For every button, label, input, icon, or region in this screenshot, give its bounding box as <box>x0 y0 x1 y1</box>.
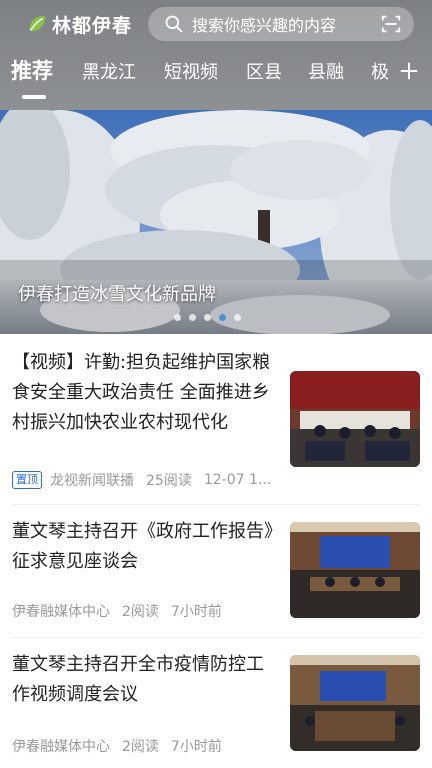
add-channel-icon[interactable] <box>398 60 420 82</box>
news-item[interactable]: 【视频】许勤:担负起维护国家粮食安全重大政治责任 全面推进乡村振兴加快农业农村现… <box>0 334 432 504</box>
news-item[interactable]: 董文琴主持召开全市疫情防控工作视频调度会议 伊春融媒体中心 2阅读 7小时前 <box>0 638 432 768</box>
news-time: 7小时前 <box>170 604 222 620</box>
news-thumbnail[interactable] <box>290 371 420 467</box>
news-source: 伊春融媒体中心 <box>12 604 110 620</box>
carousel-dots <box>174 314 241 321</box>
search-icon <box>165 15 183 33</box>
tab-recommend[interactable]: 推荐 <box>11 55 53 85</box>
tab-heilongjiang[interactable]: 黑龙江 <box>82 58 136 84</box>
app-logo[interactable]: 林都伊春 <box>26 10 132 38</box>
news-meta: 伊春融媒体中心 2阅读 7小时前 <box>12 736 222 756</box>
carousel-dot[interactable] <box>174 314 181 321</box>
tab-county-media[interactable]: 县融 <box>308 58 344 84</box>
news-item[interactable]: 董文琴主持召开《政府工作报告》征求意见座谈会 伊春融媒体中心 2阅读 7小时前 <box>0 505 432 637</box>
news-thumbnail[interactable] <box>290 522 420 618</box>
news-title[interactable]: 董文琴主持召开《政府工作报告》征求意见座谈会 <box>12 517 274 577</box>
channel-tabs: 推荐 黑龙江 短视频 区县 县融 极 <box>0 52 432 99</box>
tab-more-channel[interactable]: 极 <box>371 58 389 84</box>
banner-carousel[interactable]: 伊春打造冰雪文化新品牌 <box>0 110 432 334</box>
carousel-dot-active[interactable] <box>219 314 226 321</box>
active-tab-indicator <box>22 95 46 99</box>
tab-short-video[interactable]: 短视频 <box>164 58 218 84</box>
news-source: 龙视新闻联播 <box>50 473 134 489</box>
news-meta: 置顶 龙视新闻联播 25阅读 12-07 1... <box>12 470 271 490</box>
tab-district[interactable]: 区县 <box>246 58 282 84</box>
search-bar[interactable]: 搜索你感兴趣的内容 <box>148 7 414 41</box>
news-source: 伊春融媒体中心 <box>12 739 110 755</box>
pinned-badge: 置顶 <box>12 471 42 489</box>
news-time: 12-07 1... <box>203 472 272 488</box>
scan-icon[interactable] <box>380 13 402 35</box>
search-placeholder: 搜索你感兴趣的内容 <box>192 16 337 35</box>
carousel-dot[interactable] <box>204 314 211 321</box>
carousel-dot[interactable] <box>189 314 196 321</box>
news-thumbnail[interactable] <box>290 655 420 751</box>
leaf-logo-icon <box>29 15 46 32</box>
news-meta: 伊春融媒体中心 2阅读 7小时前 <box>12 601 222 621</box>
news-reads: 25阅读 <box>146 473 192 489</box>
app-title: 林都伊春 <box>52 14 133 37</box>
news-title[interactable]: 【视频】许勤:担负起维护国家粮食安全重大政治责任 全面推进乡村振兴加快农业农村现… <box>12 348 274 438</box>
carousel-dot[interactable] <box>234 314 241 321</box>
banner-caption: 伊春打造冰雪文化新品牌 <box>18 284 216 305</box>
news-reads: 2阅读 <box>122 604 159 620</box>
news-title[interactable]: 董文琴主持召开全市疫情防控工作视频调度会议 <box>12 650 274 710</box>
news-reads: 2阅读 <box>122 739 159 755</box>
news-time: 7小时前 <box>170 739 222 755</box>
